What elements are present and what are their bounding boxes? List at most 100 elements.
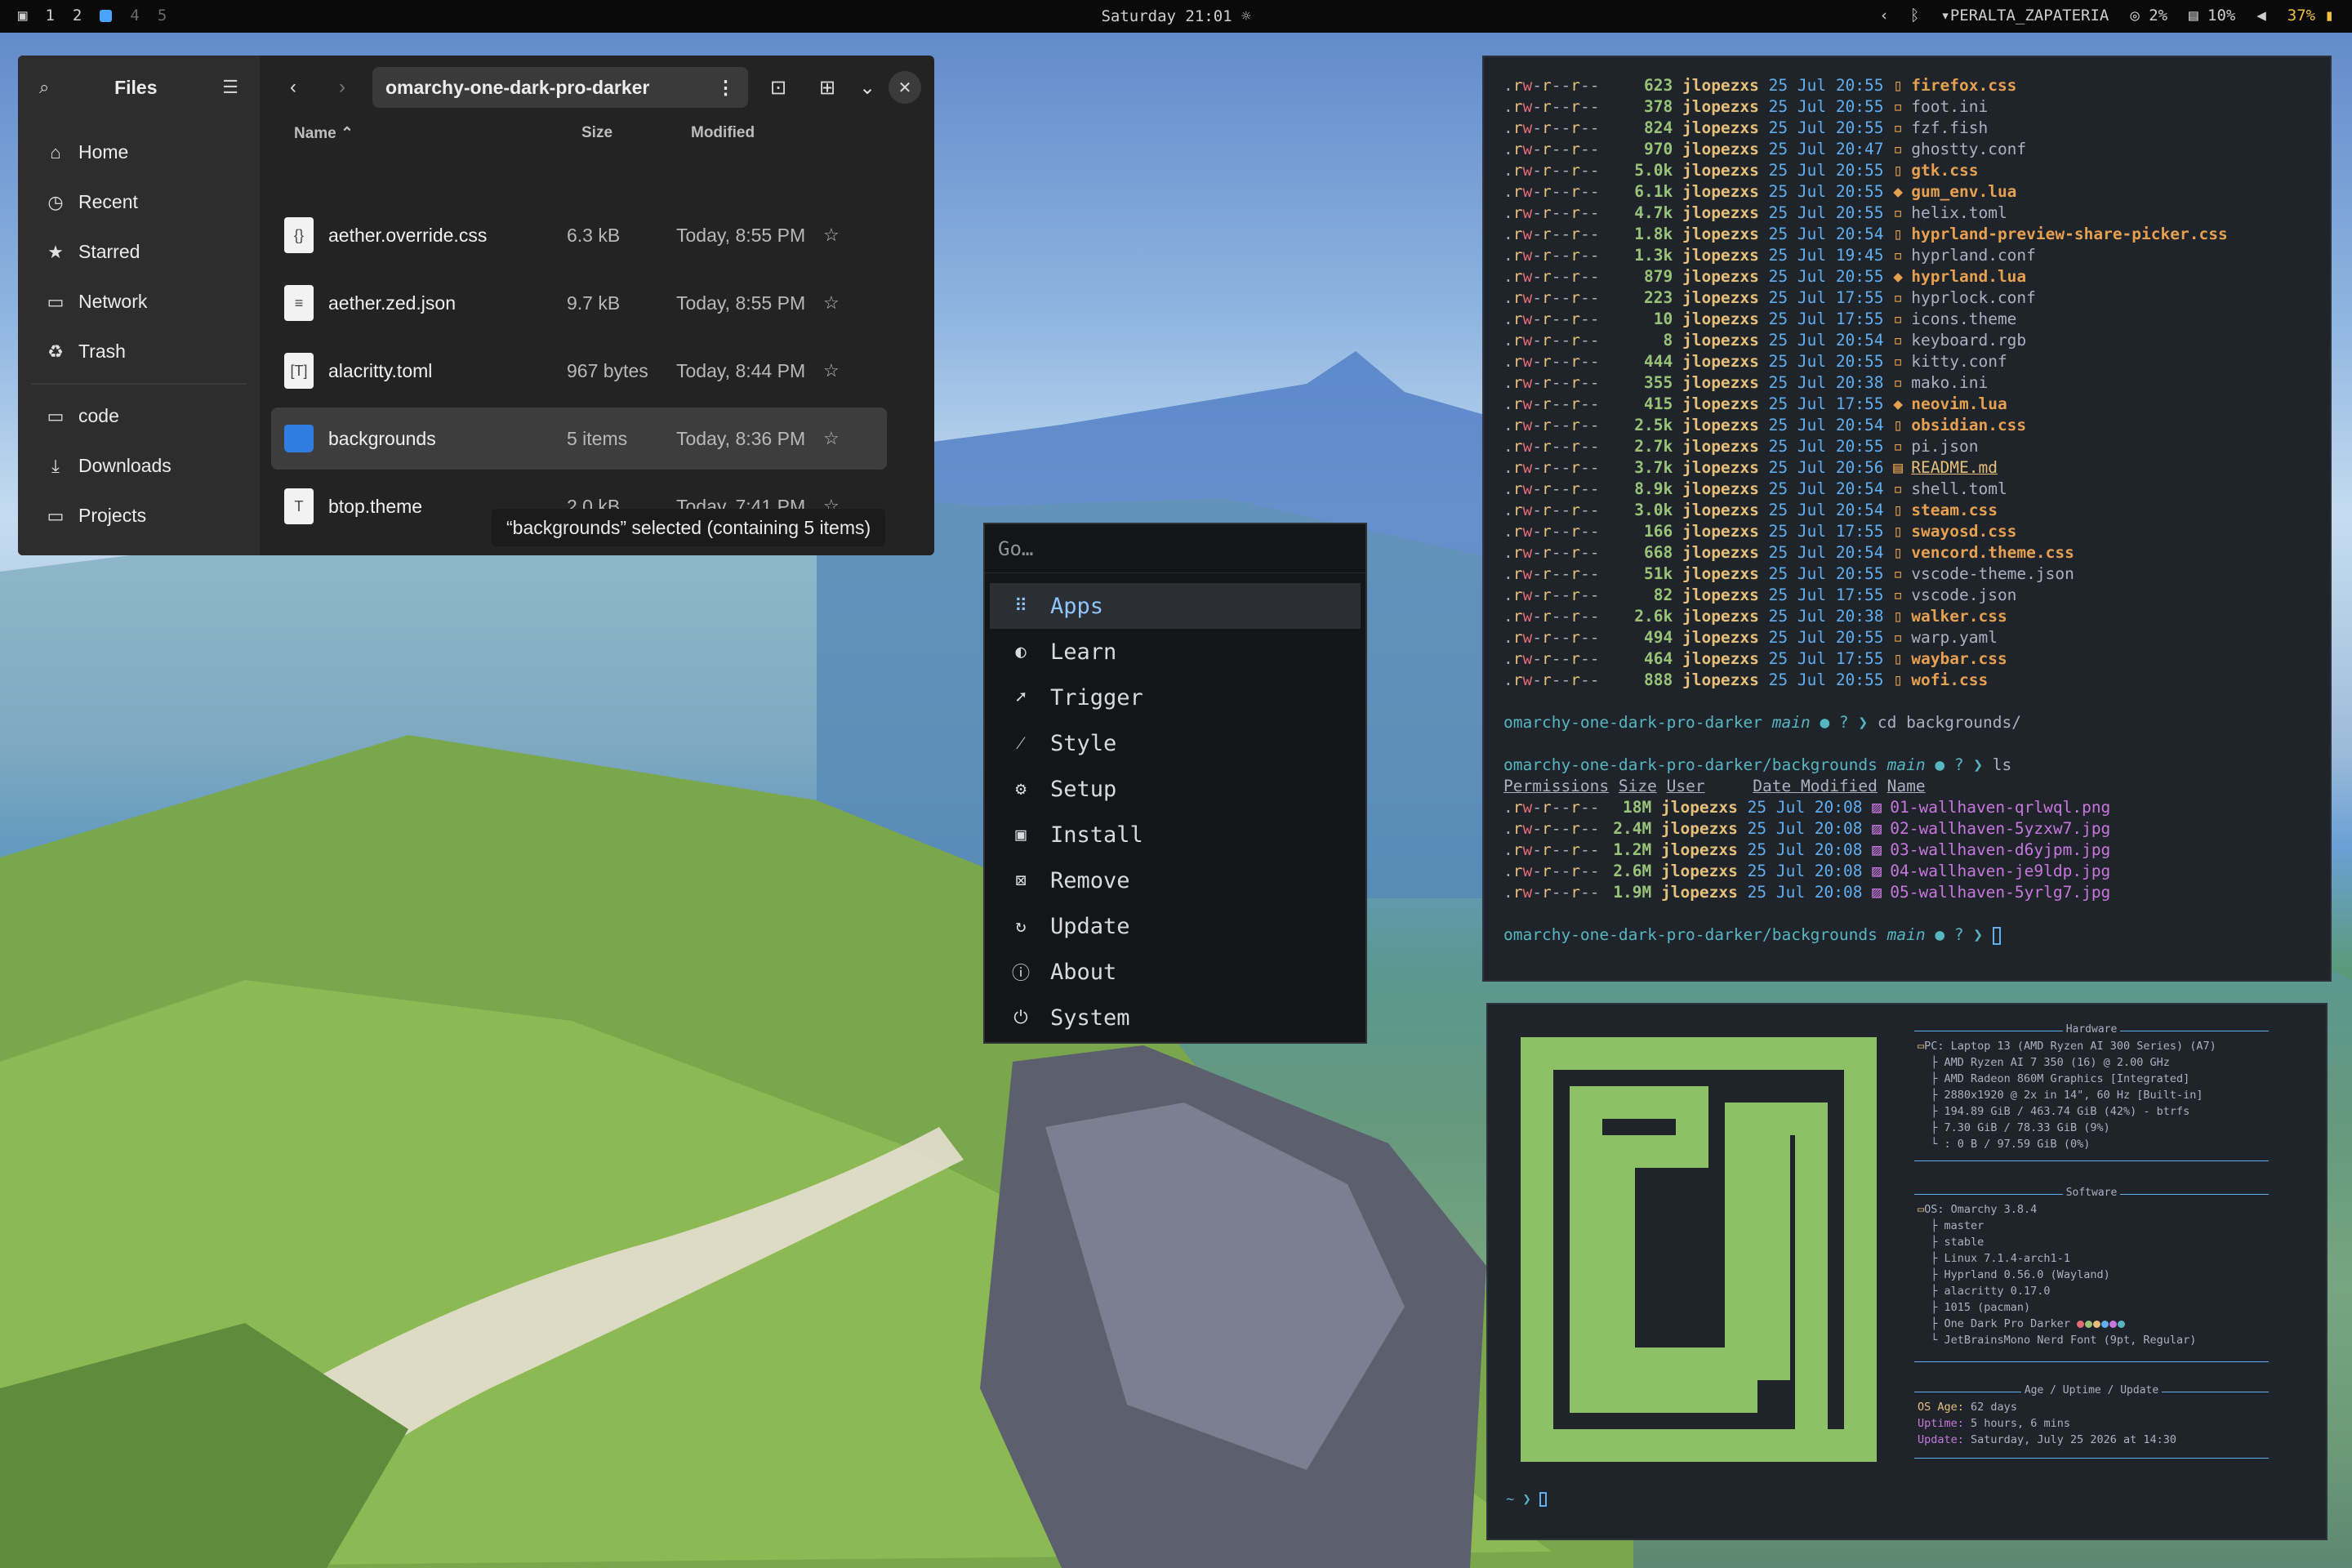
listing-row: .rw-r--r-- 4.7k jlopezxs 25 Jul 20:55 ▫ h… xyxy=(1503,203,2330,224)
palette-dot xyxy=(2101,1320,2109,1328)
star-icon[interactable]: ☆ xyxy=(823,360,840,381)
hardware-title: Hardware xyxy=(2062,1023,2121,1036)
chevron-down-icon[interactable]: ⌄ xyxy=(858,69,877,106)
permissions: .rw-r--r-- xyxy=(1503,798,1600,817)
bluetooth-icon[interactable]: ᛒ xyxy=(1910,7,1919,24)
ff-line: ├ master xyxy=(1918,1219,1984,1232)
sidebar-item-label: Downloads xyxy=(78,455,172,476)
sidebar-item-label: code xyxy=(78,405,119,426)
listing-row: .rw-r--r-- 2.4M jlopezxs 25 Jul 20:08 ▨ 0… xyxy=(1503,818,2330,840)
menu-item-install[interactable]: ▣ Install xyxy=(990,812,1361,858)
prompt-dir: omarchy-one-dark-pro-darker xyxy=(1503,713,1762,732)
permissions: .rw-r--r-- xyxy=(1503,501,1600,519)
menu-item-update[interactable]: ↻ Update xyxy=(990,903,1361,949)
permissions: .rw-r--r-- xyxy=(1503,586,1600,604)
ff-value: 5 hours, 6 mins xyxy=(1971,1417,2070,1430)
sidebar-item-network[interactable]: ▭ Network xyxy=(18,277,260,327)
sidebar-item-home[interactable]: ⌂ Home xyxy=(18,127,260,177)
color-palette xyxy=(2077,1317,2126,1330)
volume-icon[interactable]: ◀ xyxy=(2256,7,2265,24)
file-type-icon: ▫ xyxy=(1893,479,1904,498)
memory-status[interactable]: ▤ 10% xyxy=(2189,7,2235,24)
forward-button[interactable]: › xyxy=(323,69,361,106)
folder-icon: ▭ xyxy=(47,505,65,526)
file-name: gum_env.lua xyxy=(1911,182,2017,201)
launcher-search-input[interactable]: Go… xyxy=(985,524,1365,573)
menu-item-style[interactable]: ⁄ Style xyxy=(990,720,1361,766)
chevron-left-icon[interactable]: ‹ xyxy=(1880,7,1889,24)
wifi-status[interactable]: ▾PERALTA_ZAPATERIA xyxy=(1940,7,2109,24)
file-type-icon: ▫ xyxy=(1893,586,1904,604)
size: 3.7k xyxy=(1634,458,1673,477)
terminal-window[interactable]: .rw-r--r-- 623 jlopezxs 25 Jul 20:55 ▯ fi… xyxy=(1482,56,2332,982)
size: 2.7k xyxy=(1634,437,1673,456)
sidebar-item-downloads[interactable]: ⤓ Downloads xyxy=(18,441,260,491)
path-bar[interactable]: omarchy-one-dark-pro-darker ⋮ xyxy=(372,67,748,108)
more-vertical-icon[interactable]: ⋮ xyxy=(716,77,735,99)
listing-row: .rw-r--r-- 1.9M jlopezxs 25 Jul 20:08 ▨ 0… xyxy=(1503,882,2330,903)
battery-status[interactable]: 37% ▮ xyxy=(2287,7,2334,24)
file-name: icons.theme xyxy=(1911,310,2017,328)
file-type-icon: ▤ xyxy=(1893,458,1904,477)
prompt-line-active[interactable]: omarchy-one-dark-pro-darker/backgrounds … xyxy=(1503,924,2330,946)
file-row-selected[interactable]: backgrounds 5 items Today, 8:36 PM ☆ xyxy=(271,408,887,470)
files-sidebar: ⌕ Files ☰ ⌂ Home ◷ Recent ★ Starred ▭ Networ… xyxy=(18,56,260,555)
sidebar-item-trash[interactable]: ♻ Trash xyxy=(18,327,260,376)
header-user: User xyxy=(1666,777,1705,795)
menu-item-setup[interactable]: ⚙ Setup xyxy=(990,766,1361,812)
shell-prompt[interactable]: ~ ❯ xyxy=(1506,1491,1547,1508)
file-row[interactable]: [T] alacritty.toml 967 bytes Today, 8:44… xyxy=(271,340,887,402)
image-file-icon: ▨ xyxy=(1872,798,1882,817)
wand-icon: ⁄ xyxy=(1019,733,1022,754)
star-icon[interactable]: ☆ xyxy=(823,225,840,246)
size: 8.9k xyxy=(1634,479,1673,498)
file-name: ghostty.conf xyxy=(1911,140,2027,158)
cpu-status[interactable]: ◎ 2% xyxy=(2130,7,2167,24)
file-type-icon: ▫ xyxy=(1893,288,1904,307)
file-row[interactable]: ≡ aether.zed.json 9.7 kB Today, 8:55 PM … xyxy=(271,272,887,334)
column-modified[interactable]: Modified xyxy=(691,124,755,142)
software-title: Software xyxy=(2062,1187,2121,1199)
search-icon[interactable]: ⌕ xyxy=(39,77,49,98)
file-name: 04-wallhaven-je9ldp.jpg xyxy=(1890,862,2111,880)
column-name[interactable]: Name ⌃ xyxy=(294,124,581,143)
menu-item-trigger[interactable]: ➚ Trigger xyxy=(990,675,1361,720)
listing-row: .rw-r--r-- 494 jlopezxs 25 Jul 20:55 ▫ wa… xyxy=(1503,627,2330,648)
close-button[interactable]: ✕ xyxy=(889,71,921,104)
hamburger-menu-icon[interactable]: ☰ xyxy=(222,77,238,98)
ff-value: 7.30 GiB / 78.33 GiB (9%) xyxy=(1944,1121,2110,1134)
system-tray: ‹ ᛒ ▾PERALTA_ZAPATERIA ◎ 2% ▤ 10% ◀ 37% … xyxy=(1880,7,2334,24)
user: jlopezxs xyxy=(1682,76,1759,95)
menu-item-about[interactable]: ⓘ About xyxy=(990,949,1361,995)
file-name: obsidian.css xyxy=(1911,416,2027,434)
file-name: README.md xyxy=(1911,458,1998,477)
back-button[interactable]: ‹ xyxy=(274,69,312,106)
star-icon[interactable]: ☆ xyxy=(823,292,840,314)
size: 970 xyxy=(1643,140,1673,158)
file-name: hyprlock.conf xyxy=(1911,288,2036,307)
sidebar-item-recent[interactable]: ◷ Recent xyxy=(18,177,260,227)
file-modified: Today, 8:55 PM xyxy=(676,292,806,314)
prompt-flags: ● ? ❯ xyxy=(1820,713,1869,732)
grid-view-button[interactable]: ⊞ xyxy=(808,69,846,106)
menu-item-apps[interactable]: ⠿ Apps xyxy=(990,583,1361,629)
fastfetch-terminal[interactable]: Hardware ▭PC: Laptop 13 (AMD Ryzen AI 30… xyxy=(1486,1003,2328,1540)
new-folder-button[interactable]: ⊡ xyxy=(760,69,797,106)
theme-file-icon: T xyxy=(284,488,314,524)
menu-item-learn[interactable]: ◐ Learn xyxy=(990,629,1361,675)
sidebar-item-code[interactable]: ▭ code xyxy=(18,391,260,441)
size: 1.3k xyxy=(1634,246,1673,265)
menu-item-remove[interactable]: ⊠ Remove xyxy=(990,858,1361,903)
column-name-label: Name xyxy=(294,124,336,142)
column-size[interactable]: Size xyxy=(581,124,691,142)
menu-item-system[interactable]: ⏻ System xyxy=(990,995,1361,1040)
star-icon[interactable]: ☆ xyxy=(823,428,840,449)
sidebar-item-label: Recent xyxy=(78,191,138,212)
sidebar-item-starred[interactable]: ★ Starred xyxy=(18,227,260,277)
ff-value: OS: Omarchy 3.8.4 xyxy=(1924,1203,2038,1216)
listing-row: .rw-r--r-- 668 jlopezxs 25 Jul 20:54 ▯ ve… xyxy=(1503,542,2330,564)
sidebar-item-projects[interactable]: ▭ Projects xyxy=(18,491,260,541)
sidebar-item-label: Trash xyxy=(78,341,126,362)
file-row[interactable]: {} aether.override.css 6.3 kB Today, 8:5… xyxy=(271,204,887,266)
user: jlopezxs xyxy=(1682,543,1759,562)
